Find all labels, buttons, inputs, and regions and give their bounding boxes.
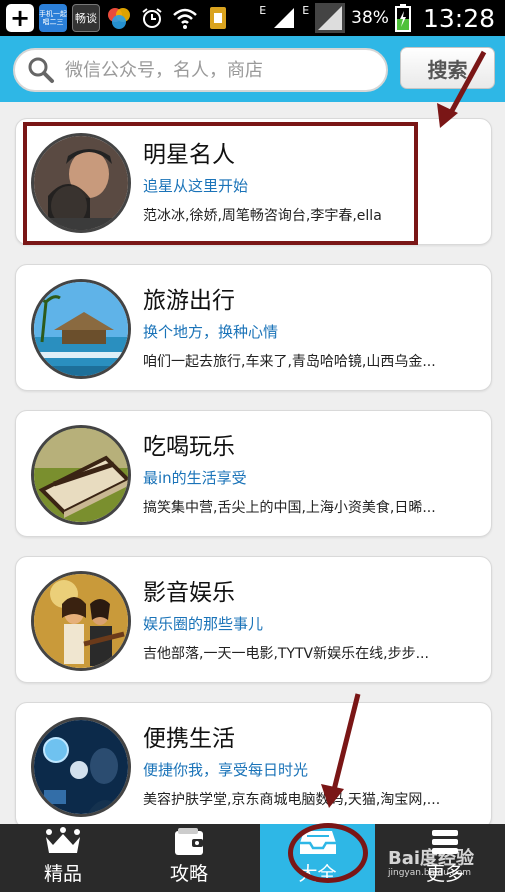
category-description: 咱们一起去旅行,车来了,青岛哈哈镜,山西乌金... xyxy=(143,354,436,370)
tab-label: 大全 xyxy=(298,863,337,885)
color-app-icon xyxy=(105,4,133,32)
search-icon xyxy=(28,57,54,83)
tab-label: 精品 xyxy=(43,863,82,885)
alarm-icon xyxy=(138,4,166,32)
chat-app-icon: 畅谈 xyxy=(72,4,100,32)
search-header: 搜索 xyxy=(0,36,505,102)
tab-featured[interactable]: 精品 xyxy=(0,824,126,892)
tab-label: 更多 xyxy=(425,863,464,885)
category-title: 吃喝玩乐 xyxy=(143,434,235,460)
wallet-icon xyxy=(175,828,203,855)
category-subtitle: 追星从这里开始 xyxy=(143,177,249,195)
wifi-icon xyxy=(171,4,199,32)
tab-directory[interactable]: 大全 xyxy=(260,824,375,892)
sim-icon xyxy=(204,4,232,32)
category-description: 吉他部落,一天一电影,TYTV新娱乐在线,步步... xyxy=(143,646,429,662)
category-avatar-life xyxy=(31,717,131,817)
bottom-tab-bar: 精品 攻略 大全 更多 xyxy=(0,824,505,892)
tab-more[interactable]: 更多 xyxy=(385,824,505,892)
add-app-icon: + xyxy=(6,4,34,32)
category-subtitle: 便捷你我，享受每日时光 xyxy=(143,761,309,779)
category-card-life[interactable]: 便携生活 便捷你我，享受每日时光 美容护肤学堂,京东商城电脑数码,天猫,淘宝网,… xyxy=(15,702,492,829)
category-list: 明星名人 追星从这里开始 范冰冰,徐娇,周笔畅咨询台,李宇春,ella 旅游出行… xyxy=(0,102,505,829)
category-description: 搞笑集中营,舌尖上的中国,上海小资美食,日晞... xyxy=(143,500,436,516)
category-card-food[interactable]: 吃喝玩乐 最in的生活享受 搞笑集中营,舌尖上的中国,上海小资美食,日晞... xyxy=(15,410,492,537)
category-subtitle: 最in的生活享受 xyxy=(143,469,247,487)
tab-label: 攻略 xyxy=(169,863,208,885)
category-card-celebrity[interactable]: 明星名人 追星从这里开始 范冰冰,徐娇,周笔畅咨询台,李宇春,ella xyxy=(15,118,492,245)
tab-guide[interactable]: 攻略 xyxy=(126,824,252,892)
category-card-entertainment[interactable]: 影音娱乐 娱乐圈的那些事儿 吉他部落,一天一电影,TYTV新娱乐在线,步步... xyxy=(15,556,492,683)
category-avatar-food xyxy=(31,425,131,525)
category-description: 范冰冰,徐娇,周笔畅咨询台,李宇春,ella xyxy=(143,208,382,224)
network-type-label-2: E xyxy=(302,4,310,17)
inbox-icon xyxy=(299,831,336,854)
signal-icon xyxy=(274,8,295,28)
battery-percent: 38% xyxy=(351,8,389,28)
app-notification-icon: 手机一起 唱二三 xyxy=(39,4,67,32)
category-card-travel[interactable]: 旅游出行 换个地方，换种心情 咱们一起去旅行,车来了,青岛哈哈镜,山西乌金... xyxy=(15,264,492,391)
network-type-label: E xyxy=(259,4,267,17)
search-box[interactable] xyxy=(13,48,388,92)
category-title: 明星名人 xyxy=(143,142,235,168)
more-icon xyxy=(432,830,458,854)
category-title: 便携生活 xyxy=(143,726,235,752)
category-description: 美容护肤学堂,京东商城电脑数码,天猫,淘宝网,... xyxy=(143,792,441,808)
category-title: 影音娱乐 xyxy=(143,580,235,606)
status-bar: + 手机一起 唱二三 畅谈 E E 38% 13:28 xyxy=(0,0,505,36)
status-indicators: E E 38% 13:28 xyxy=(259,0,495,36)
category-subtitle: 娱乐圈的那些事儿 xyxy=(143,615,264,633)
search-button[interactable]: 搜索 xyxy=(400,47,495,89)
search-input[interactable] xyxy=(65,59,365,81)
category-title: 旅游出行 xyxy=(143,288,235,314)
category-avatar-celebrity xyxy=(31,133,131,233)
category-subtitle: 换个地方，换种心情 xyxy=(143,323,279,341)
category-avatar-entertainment xyxy=(31,571,131,671)
battery-charging-icon xyxy=(394,4,411,32)
crown-icon xyxy=(46,827,80,853)
clock-time: 13:28 xyxy=(422,3,495,33)
signal-icon-2 xyxy=(315,3,346,33)
category-avatar-travel xyxy=(31,279,131,379)
